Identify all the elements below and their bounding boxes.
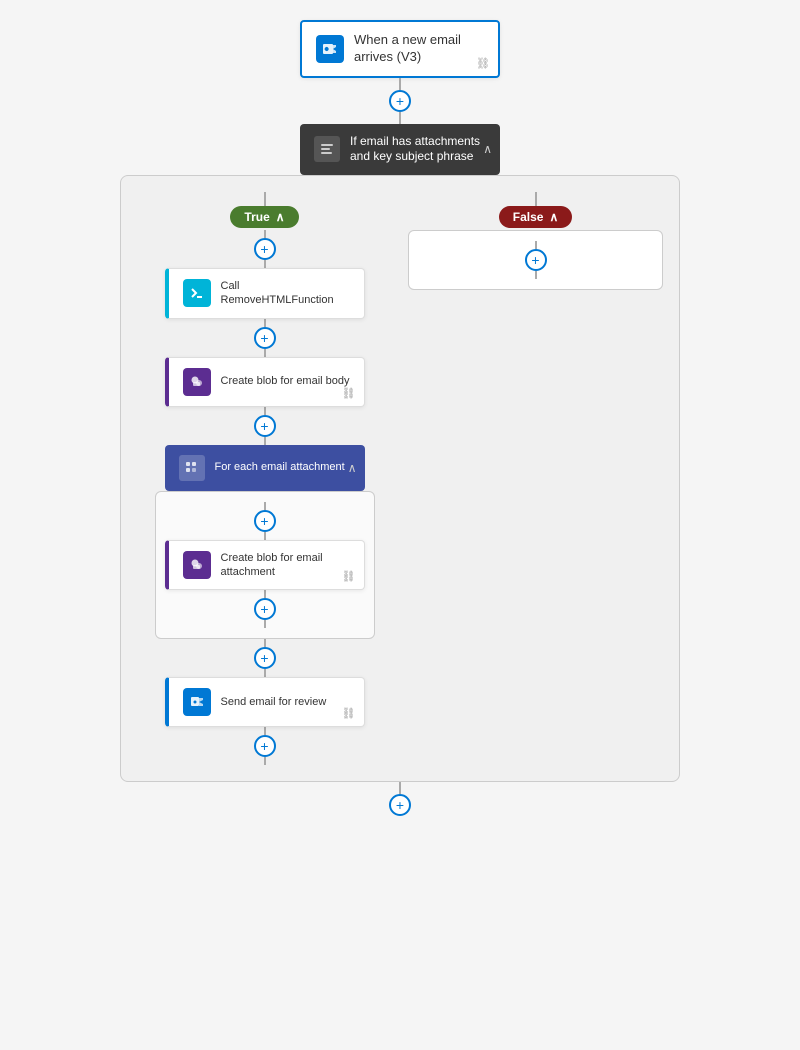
line [399,78,401,90]
condition-icon [314,136,340,162]
add-btn-foreach-inner-bot[interactable]: + [254,598,276,620]
false-inner-line2 [535,271,537,279]
outlook-icon [316,35,344,63]
false-branch-header[interactable]: False ∧ [499,206,572,228]
foreach-inner-line-bot2 [264,620,266,628]
line-after-foreach [264,639,266,647]
outlook-icon-2 [183,688,211,716]
call-fn-label: Call RemoveHTMLFunction [221,279,350,308]
send-email-label: Send email for review [221,695,327,709]
line-before-send [264,669,266,677]
create-blob-attachment-node[interactable]: Create blob for email attachment ⛓ [165,540,365,591]
true-line-bot [264,757,266,765]
foreach-inner-line-bot [264,590,266,598]
foreach-inner-line-mid [264,532,266,540]
trigger-node[interactable]: When a new email arrives (V3) ⛓ [300,20,500,78]
send-email-link: ⛓ [342,707,356,720]
flow-canvas: When a new email arrives (V3) ⛓ + If ema… [0,20,800,816]
false-branch: False ∧ + [408,192,663,290]
line-after-blob-body [264,407,266,415]
foreach-inner-line-top [264,502,266,510]
trigger-link-icon: ⛓ [476,57,490,70]
add-btn-after-foreach[interactable]: + [254,647,276,669]
azure-icon-2 [183,551,211,579]
condition-block[interactable]: If email has attachments and key subject… [300,124,500,175]
add-btn-bottom[interactable]: + [389,794,411,816]
branches-container: True ∧ + Call RemoveHTMLFunction [120,175,680,782]
true-branch-header[interactable]: True ∧ [230,206,298,228]
fn-icon [183,279,211,307]
false-label: False [513,210,544,224]
create-blob-body-label: Create blob for email body [221,374,350,388]
add-button-1[interactable]: + [389,90,411,112]
add-btn-after-blob-body[interactable]: + [254,415,276,437]
bottom-line-1 [399,782,401,794]
true-line-mid2 [264,260,266,268]
true-line-top [264,192,266,206]
foreach-icon [179,455,205,481]
false-branch-content: + [408,230,663,290]
false-collapse[interactable]: ∧ [549,210,558,224]
azure-icon-1 [183,368,211,396]
foreach-node[interactable]: For each email attachment ∧ [165,445,365,491]
true-branch: True ∧ + Call RemoveHTMLFunction [137,192,392,765]
trigger-label: When a new email arrives (V3) [354,32,484,66]
condition-collapse-btn[interactable]: ∧ [483,142,492,156]
foreach-inner: + Create blob for email attachment [155,491,375,640]
false-line-top [535,192,537,206]
call-fn-node[interactable]: Call RemoveHTMLFunction [165,268,365,319]
send-email-node[interactable]: Send email for review ⛓ [165,677,365,727]
line-after-send [264,727,266,735]
true-collapse[interactable]: ∧ [276,210,285,224]
true-line-mid [264,230,266,238]
connector-bottom: + [389,782,411,816]
blob-attachment-link: ⛓ [342,570,356,583]
condition-label: If email has attachments and key subject… [350,134,486,165]
add-btn-false[interactable]: + [525,249,547,271]
add-btn-true-top[interactable]: + [254,238,276,260]
foreach-collapse[interactable]: ∧ [348,461,357,475]
add-btn-true-bot[interactable]: + [254,735,276,757]
line-before-foreach [264,437,266,445]
line2 [399,112,401,124]
false-inner-line [535,241,537,249]
blob-body-link: ⛓ [342,387,356,400]
add-btn-foreach-inner[interactable]: + [254,510,276,532]
connector-1: + [389,78,411,124]
line-after-fn [264,319,266,327]
create-blob-body-node[interactable]: Create blob for email body ⛓ [165,357,365,407]
foreach-label: For each email attachment [215,460,345,474]
line-before-blob [264,349,266,357]
create-blob-attachment-label: Create blob for email attachment [221,551,350,580]
true-label: True [244,210,269,224]
add-btn-after-fn[interactable]: + [254,327,276,349]
branches-section: True ∧ + Call RemoveHTMLFunction [120,175,680,782]
